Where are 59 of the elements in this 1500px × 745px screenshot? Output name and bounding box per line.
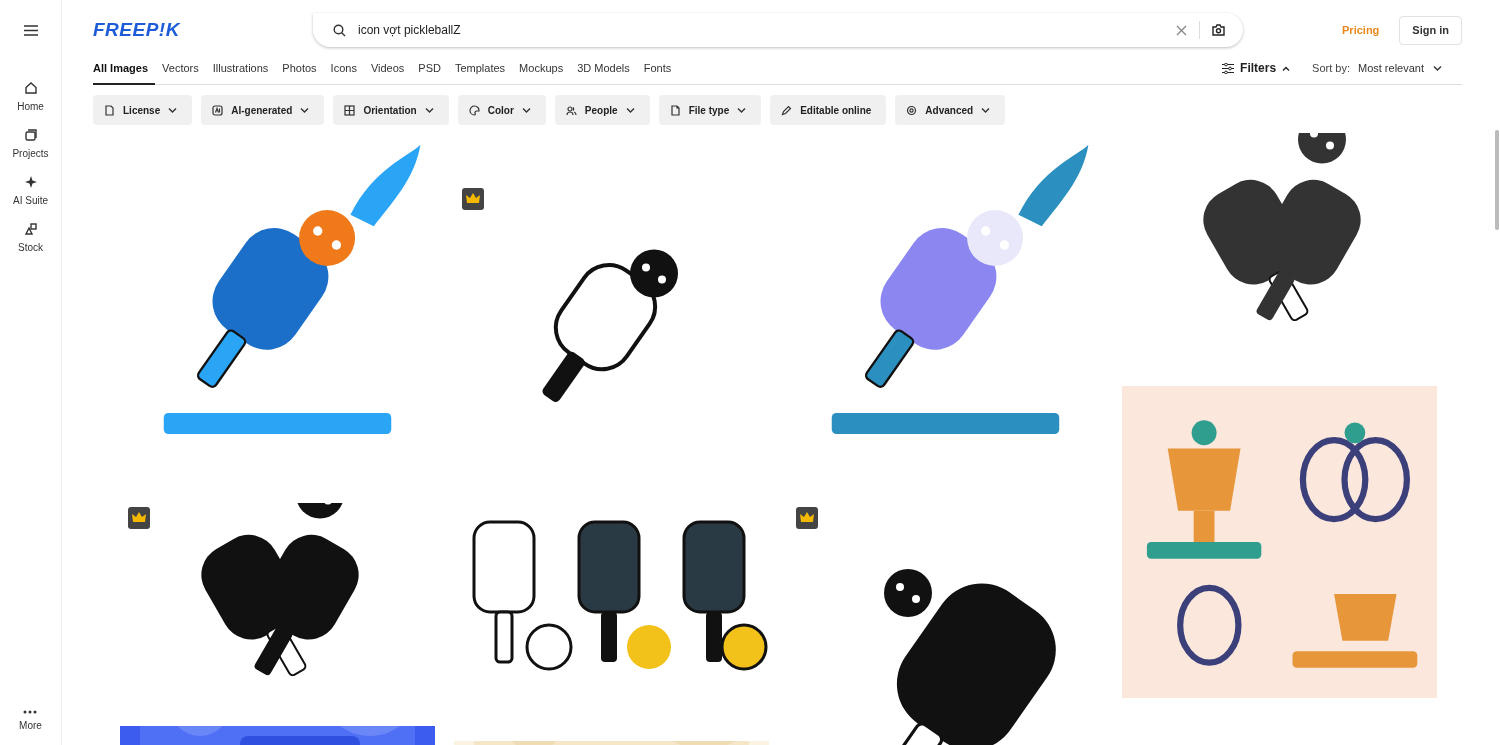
gear-icon <box>906 104 918 116</box>
tab[interactable]: 3D Models <box>570 52 637 85</box>
chevron-icon <box>424 107 434 113</box>
sidebar-item[interactable]: AI Suite <box>12 175 49 206</box>
home-icon <box>23 81 38 95</box>
shapes-icon <box>23 222 38 236</box>
filter-chip[interactable]: Orientation <box>333 95 449 125</box>
chevron-icon <box>625 107 635 113</box>
crown-badge <box>796 507 818 529</box>
sign-in-button[interactable]: Sign in <box>1399 15 1462 45</box>
tab[interactable]: All Images <box>93 52 156 85</box>
filter-chip[interactable]: AI-generated <box>201 95 325 125</box>
filter-chip[interactable]: Advanced <box>895 95 1006 125</box>
tab[interactable]: PSD <box>411 52 448 85</box>
sidebar-item[interactable]: Home <box>12 81 49 112</box>
more-icon <box>23 710 38 714</box>
palette-icon <box>468 104 480 116</box>
filters-button[interactable]: Filters <box>1222 52 1291 84</box>
sort-dropdown[interactable]: Most relevant <box>1357 52 1442 84</box>
folder-icon <box>23 128 38 142</box>
tab[interactable]: Templates <box>447 52 513 85</box>
chevron-icon <box>168 107 178 113</box>
tab[interactable]: Mockups <box>512 52 571 85</box>
tab[interactable]: Illustrations <box>205 52 276 85</box>
filter-chip[interactable]: License <box>93 95 193 125</box>
chevron-icon <box>521 107 531 113</box>
sliders-icon <box>1222 62 1235 74</box>
tab[interactable]: Icons <box>323 52 364 85</box>
filter-chip[interactable]: People <box>554 95 650 125</box>
close-icon[interactable] <box>1176 24 1187 36</box>
tab[interactable]: Vectors <box>155 52 206 85</box>
document-icon <box>104 104 115 116</box>
pen-icon <box>781 104 793 116</box>
search-icon <box>333 23 346 37</box>
grid-icon <box>344 104 356 116</box>
filter-chip[interactable]: File type <box>658 95 762 125</box>
caret-icon <box>1282 65 1291 71</box>
more-button[interactable]: More <box>19 710 42 731</box>
menu-icon[interactable] <box>23 25 38 36</box>
filter-chip[interactable]: Color <box>457 95 546 125</box>
sort-label: Sort by: <box>1312 61 1350 76</box>
tab[interactable]: Fonts <box>636 52 679 85</box>
scrollbar-thumb[interactable] <box>1495 130 1499 230</box>
crown-badge <box>128 507 150 529</box>
chevron-icon <box>737 107 747 113</box>
sidebar-item[interactable]: Stock <box>12 222 49 253</box>
filter-chip[interactable]: Editable online <box>770 95 887 125</box>
camera-icon[interactable] <box>1212 24 1225 36</box>
search-input[interactable]: icon vợt pickleballZ <box>358 23 1164 37</box>
file-icon <box>669 104 681 116</box>
logo[interactable]: FREEP!K <box>93 19 313 41</box>
people-icon <box>565 104 577 116</box>
tab[interactable]: Photos <box>275 52 324 85</box>
chevron-icon <box>1433 65 1442 71</box>
chevron-icon <box>981 107 991 113</box>
crown-badge <box>462 188 484 210</box>
sidebar-item[interactable]: Projects <box>12 128 49 159</box>
chevron-icon <box>300 107 310 113</box>
tab[interactable]: Videos <box>363 52 412 85</box>
